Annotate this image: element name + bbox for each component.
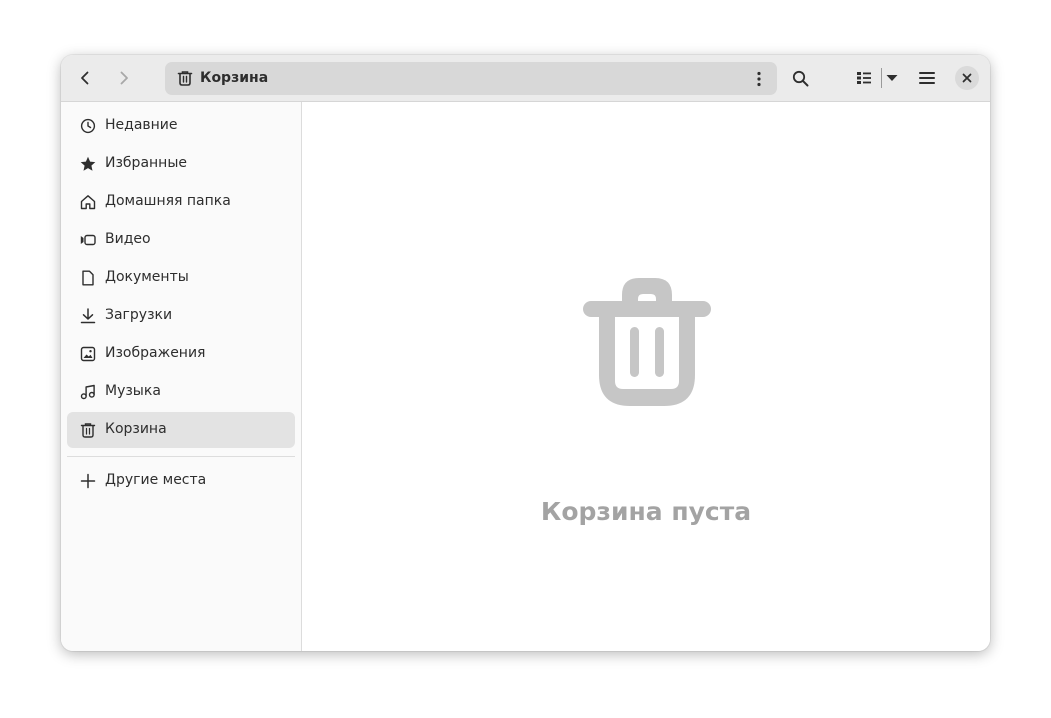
list-view-button[interactable] xyxy=(849,63,879,93)
sidebar-item-label: Корзина xyxy=(105,421,167,437)
search-button[interactable] xyxy=(785,63,815,93)
sidebar-item-label: Загрузки xyxy=(105,307,173,323)
main-menu-icon xyxy=(919,72,935,84)
go-back-icon xyxy=(81,71,89,85)
sidebar-item-label: Видео xyxy=(105,231,151,247)
sidebar-item-other-locations[interactable]: Другие места xyxy=(67,463,295,499)
sidebar-item-label: Документы xyxy=(105,269,189,285)
main-menu-button[interactable] xyxy=(912,63,942,93)
path-label: Корзина xyxy=(200,70,269,86)
search-icon xyxy=(792,70,808,86)
sidebar-item-label: Музыка xyxy=(105,383,161,399)
sidebar-item-recent[interactable]: Недавние xyxy=(67,108,295,144)
headerbar: Корзина xyxy=(61,55,990,102)
sidebar-item-starred[interactable]: Избранные xyxy=(67,146,295,182)
close-button[interactable] xyxy=(955,66,979,90)
sidebar: Недавние Избранные Домашняя папка Видео xyxy=(61,102,302,651)
sidebar-separator xyxy=(67,456,295,457)
trash-icon xyxy=(583,278,711,406)
close-icon xyxy=(962,73,972,83)
trash-icon xyxy=(80,423,96,438)
sidebar-item-downloads[interactable]: Загрузки xyxy=(67,298,295,334)
file-manager-window: Корзина Недавние Избранные Домашняя папк… xyxy=(61,55,990,651)
starred-icon xyxy=(80,156,96,171)
forward-button[interactable] xyxy=(109,63,139,93)
recent-icon xyxy=(80,118,96,134)
download-icon xyxy=(80,308,96,324)
document-icon xyxy=(82,270,94,286)
back-button[interactable] xyxy=(70,63,100,93)
sidebar-item-music[interactable]: Музыка xyxy=(67,374,295,410)
sidebar-item-video[interactable]: Видео xyxy=(67,222,295,258)
sidebar-item-documents[interactable]: Документы xyxy=(67,260,295,296)
path-bar[interactable]: Корзина xyxy=(165,62,777,95)
sidebar-item-label: Другие места xyxy=(105,472,207,488)
go-forward-icon xyxy=(120,71,128,85)
empty-state-label: Корзина пуста xyxy=(540,497,752,526)
sidebar-item-images[interactable]: Изображения xyxy=(67,336,295,372)
plus-icon xyxy=(80,473,96,489)
sidebar-item-label: Недавние xyxy=(105,117,178,133)
trash-icon xyxy=(177,71,193,86)
view-options-button[interactable] xyxy=(877,63,907,93)
view-options-dropdown-icon xyxy=(886,75,898,81)
sidebar-item-trash[interactable]: Корзина xyxy=(67,412,295,448)
sidebar-item-label: Изображения xyxy=(105,345,206,361)
path-menu-button[interactable] xyxy=(747,67,771,91)
content-area: Корзина пуста xyxy=(302,102,990,651)
sidebar-item-label: Домашняя папка xyxy=(105,193,231,209)
video-icon xyxy=(80,234,96,246)
path-menu-icon xyxy=(757,71,761,87)
music-icon xyxy=(80,384,95,400)
sidebar-item-home[interactable]: Домашняя папка xyxy=(67,184,295,220)
image-icon xyxy=(80,346,96,362)
list-view-icon xyxy=(857,72,871,84)
home-icon xyxy=(80,195,96,210)
sidebar-item-label: Избранные xyxy=(105,155,187,171)
